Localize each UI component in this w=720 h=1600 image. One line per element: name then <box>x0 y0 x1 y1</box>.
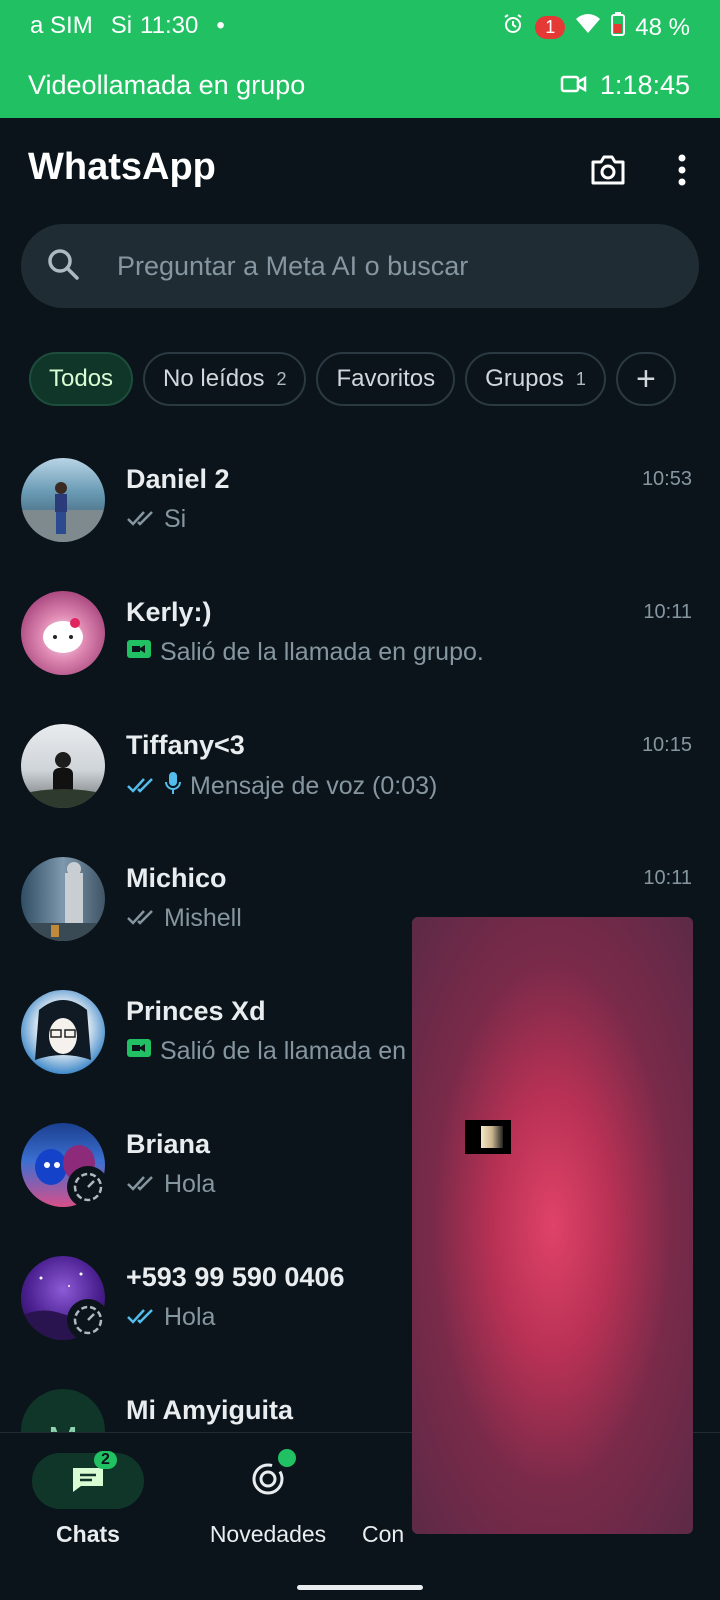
avatar[interactable]: M <box>21 1389 105 1432</box>
contact-name: Michico <box>126 863 227 893</box>
video-call-icon <box>126 638 152 667</box>
updates-dot <box>278 1449 296 1467</box>
chat-row[interactable]: Kerly:) 10:11 Salió de la llamada en gru… <box>0 573 720 706</box>
contact-name: +593 99 590 0406 <box>126 1262 345 1292</box>
wifi-icon <box>575 13 601 42</box>
message-preview: Salió de la llamada en grupo. <box>160 638 484 666</box>
avatar-initial: M <box>48 1419 78 1432</box>
double-check-icon <box>126 904 156 933</box>
message-time: 10:53 <box>641 468 692 490</box>
notification-count-badge: 1 <box>535 16 566 39</box>
message-time: 10:15 <box>641 734 692 756</box>
updates-icon <box>249 1460 287 1503</box>
filter-count: 2 <box>276 368 287 389</box>
avatar[interactable] <box>21 857 105 941</box>
filter-favoritos[interactable]: Favoritos <box>316 352 456 406</box>
filter-count: 1 <box>575 368 586 389</box>
alarm-icon <box>501 12 525 43</box>
call-title: Videollamada en grupo <box>28 70 306 100</box>
app-title: WhatsApp <box>28 146 216 188</box>
avatar[interactable] <box>21 591 105 675</box>
more-vertical-icon[interactable] <box>660 148 704 192</box>
message-preview: Hola <box>164 1170 216 1198</box>
double-check-icon <box>126 1303 156 1332</box>
avatar[interactable] <box>21 990 105 1074</box>
contact-name: Mi Amyiguita <box>126 1395 294 1425</box>
video-icon <box>560 70 588 101</box>
add-filter-button[interactable]: + <box>615 352 676 406</box>
contact-name: Princes Xd <box>126 996 266 1026</box>
clock: 11:30 <box>140 12 199 39</box>
call-banner-area: a SIM Si 11:30 • 1 48 % Videollamada en … <box>0 0 720 118</box>
camera-icon[interactable] <box>586 148 630 192</box>
message-preview: Salió de la llamada en <box>160 1037 406 1065</box>
chats-icon <box>71 1464 105 1499</box>
chat-row[interactable]: Daniel 2 10:53 Si <box>0 440 720 573</box>
status-bar: a SIM Si 11:30 • 1 48 % <box>0 0 720 52</box>
home-indicator[interactable] <box>297 1585 423 1590</box>
video-call-pip[interactable] <box>412 917 693 1534</box>
sim2-label: Si <box>110 12 133 39</box>
status-timer-badge <box>67 1166 109 1208</box>
mic-icon <box>164 771 182 802</box>
contact-name: Briana <box>126 1129 211 1159</box>
message-preview: Mishell <box>164 904 242 932</box>
message-preview: Mensaje de voz (0:03) <box>190 772 438 800</box>
double-check-icon <box>126 1170 156 1199</box>
filter-label: Favoritos <box>336 365 436 392</box>
video-call-icon <box>126 1037 152 1066</box>
contact-name: Kerly:) <box>126 597 212 627</box>
filter-label: Todos <box>49 365 114 392</box>
filter-todos[interactable]: Todos <box>29 352 134 406</box>
avatar[interactable] <box>21 724 105 808</box>
double-check-icon <box>126 505 156 534</box>
avatar[interactable] <box>21 458 105 542</box>
plus-icon: + <box>635 359 656 398</box>
ongoing-call-banner[interactable]: Videollamada en grupo 1:18:45 <box>0 60 720 114</box>
search-input[interactable] <box>117 246 677 286</box>
filter-label: Grupos <box>485 365 564 392</box>
contact-name: Tiffany<3 <box>126 730 245 760</box>
pip-self-preview <box>465 1120 511 1154</box>
nav-updates[interactable]: Novedades <box>198 1449 338 1548</box>
contact-name: Daniel 2 <box>126 464 230 494</box>
filter-grupos[interactable]: Grupos 1 <box>465 352 606 406</box>
nav-chats[interactable]: 2 Chats <box>32 1451 144 1548</box>
notification-dot: • <box>216 12 225 39</box>
nav-updates-label: Novedades <box>209 1521 327 1547</box>
chat-row[interactable]: Tiffany<3 10:15 Mensaje de voz (0:03) <box>0 706 720 839</box>
filter-label: No leídos <box>163 365 265 392</box>
status-timer-badge <box>67 1299 109 1341</box>
nav-chats-label: Chats <box>56 1521 120 1547</box>
message-time: 10:11 <box>643 867 692 889</box>
message-time: 10:11 <box>643 601 692 623</box>
search-bar[interactable] <box>21 224 699 308</box>
double-check-icon <box>126 772 156 801</box>
call-timer: 1:18:45 <box>599 70 690 100</box>
battery-percent: 48 % <box>635 13 690 41</box>
filter-no-leidos[interactable]: No leídos 2 <box>143 352 307 406</box>
chats-badge: 2 <box>94 1451 117 1469</box>
battery-icon <box>611 12 626 43</box>
filter-chips: Todos No leídos 2 Favoritos Grupos 1 + <box>29 352 676 406</box>
message-preview: Si <box>164 505 187 533</box>
message-preview: Hola <box>164 1303 216 1331</box>
sim1-label: a SIM <box>30 12 93 39</box>
search-icon <box>45 246 81 287</box>
